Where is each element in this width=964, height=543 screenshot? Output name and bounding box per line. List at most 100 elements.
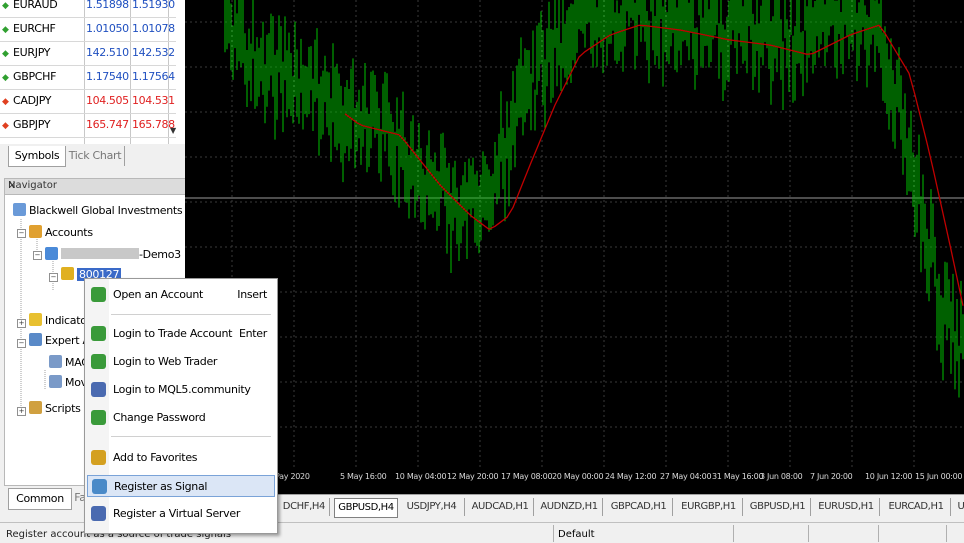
collapse-icon[interactable]: − xyxy=(33,251,42,260)
menu-item-login-to-web-trader[interactable]: Login to Web Trader xyxy=(87,351,275,373)
symbol-name: ◆ EURJPY xyxy=(2,46,84,59)
symbol-row[interactable]: ◆ EURJPY 142.510 142.532 xyxy=(0,41,176,66)
menu-item-login-to-trade-account[interactable]: Login to Trade Account Enter xyxy=(87,323,275,345)
tab-symbols[interactable]: Symbols xyxy=(8,146,66,167)
menu-item-add-to-favorites[interactable]: Add to Favorites xyxy=(87,447,275,469)
tree-accounts[interactable]: Accounts xyxy=(29,225,93,239)
tree-server[interactable]: -Demo3 xyxy=(45,247,181,261)
tree-scripts[interactable]: Scripts xyxy=(29,401,81,415)
symbol-name: ◆ GBPCHF xyxy=(2,70,84,83)
chart-tab[interactable]: USDJPY,H4 xyxy=(399,498,465,516)
up-arrow-icon: ◆ xyxy=(2,25,9,35)
status-separator xyxy=(946,525,947,542)
expand-icon[interactable]: + xyxy=(17,319,26,328)
login-icon xyxy=(91,326,106,341)
bid-price: 142.510 xyxy=(86,46,129,59)
tree-expert-item[interactable]: MAC xyxy=(49,355,89,369)
chart-tab[interactable]: AUDNZD,H1 xyxy=(536,498,603,516)
person-add-icon xyxy=(91,287,106,302)
chart-tab[interactable]: EURUSD,H1 xyxy=(813,498,880,516)
status-separator xyxy=(808,525,809,542)
profile-name: Default xyxy=(558,529,595,540)
time-axis-label: 17 May 08:00 xyxy=(501,472,553,481)
chart-tab[interactable]: AUDCAD,H1 xyxy=(467,498,534,516)
menu-item-change-password[interactable]: Change Password xyxy=(87,407,275,429)
chart-tab[interactable]: GBPCAD,H1 xyxy=(605,498,673,516)
tree-root[interactable]: Blackwell Global Investments Lt xyxy=(13,203,185,217)
globe-person-icon xyxy=(91,354,106,369)
symbol-label: EURJPY xyxy=(13,46,51,59)
ask-price: 104.531 xyxy=(132,94,175,107)
time-axis-label: 24 May 12:00 xyxy=(605,472,657,481)
signal-icon xyxy=(92,479,107,494)
ask-price: 165.788 xyxy=(132,118,175,131)
collapse-icon[interactable]: − xyxy=(17,229,26,238)
collapse-icon[interactable]: − xyxy=(17,339,26,348)
scroll-down-icon[interactable]: ▼ xyxy=(170,126,180,136)
tab-common[interactable]: Common xyxy=(8,488,72,510)
menu-item-label: Add to Favorites xyxy=(113,451,198,464)
menu-item-label: Register as Signal xyxy=(114,480,208,493)
tree-indicators[interactable]: Indicato xyxy=(29,313,87,327)
time-axis-label: 7 Jun 20:00 xyxy=(810,472,853,481)
expand-icon[interactable]: + xyxy=(17,407,26,416)
indicators-icon xyxy=(29,313,42,326)
server-icon xyxy=(45,247,58,260)
chart-canvas[interactable] xyxy=(185,0,964,494)
symbol-row[interactable]: ◆ EURCHF 1.01050 1.01078 xyxy=(0,17,176,42)
ask-price: 1.51930 xyxy=(132,0,175,11)
ask-price: 1.17564 xyxy=(132,70,175,83)
bid-price: 1.17540 xyxy=(86,70,129,83)
up-arrow-icon: ◆ xyxy=(2,49,9,59)
menu-item-register-a-virtual-server[interactable]: Register a Virtual Server xyxy=(87,503,275,525)
redacted-server-name xyxy=(61,248,139,259)
chart-tab[interactable]: GBPUSD,H1 xyxy=(745,498,811,516)
server-suffix: -Demo3 xyxy=(139,248,181,261)
menu-separator xyxy=(111,314,271,315)
scripts-icon xyxy=(29,401,42,414)
navigator-title-bar: Navigator × xyxy=(4,178,186,195)
chart-tab[interactable]: U xyxy=(955,498,964,516)
experts-icon xyxy=(29,333,42,346)
symbol-name: ◆ EURCHF xyxy=(2,22,84,35)
symbol-row[interactable]: ◆ GBPCHF 1.17540 1.17564 xyxy=(0,65,176,90)
chart-tab[interactable]: EURCAD,H1 xyxy=(882,498,951,516)
tree-expert-item[interactable]: Mov xyxy=(49,375,87,389)
menu-item-register-as-signal[interactable]: Register as Signal xyxy=(87,475,275,497)
menu-item-login-to-mql5-community[interactable]: Login to MQL5.community xyxy=(87,379,275,401)
broker-icon xyxy=(13,203,26,216)
bid-price: 1.51898 xyxy=(86,0,129,11)
symbol-row[interactable]: ◆ CADJPY 104.505 104.531 xyxy=(0,89,176,114)
menu-shortcut: Enter xyxy=(238,327,267,340)
chart-tab[interactable]: EURGBP,H1 xyxy=(675,498,743,516)
price-chart[interactable]: Pay 2020 5 May 16:00 10 May 04:00 12 May 20… xyxy=(185,0,964,494)
tab-tick-chart[interactable]: Tick Chart xyxy=(66,146,125,166)
symbol-label: GBPCHF xyxy=(13,70,57,83)
bid-price: 104.505 xyxy=(86,94,129,107)
menu-item-open-an-account[interactable]: Open an Account Insert xyxy=(87,284,275,306)
time-axis-label: 15 Jun 00:00 xyxy=(915,472,963,481)
menu-shortcut: Insert xyxy=(237,288,267,301)
ask-price: 142.532 xyxy=(132,46,175,59)
symbol-label: EURAUD xyxy=(13,0,58,11)
context-menu: Open an Account Insert Login to Trade Acco… xyxy=(84,278,278,534)
market-watch-tabs: Symbols Tick Chart xyxy=(0,144,185,174)
collapse-icon[interactable]: − xyxy=(49,273,58,282)
menu-item-label: Login to Web Trader xyxy=(113,355,218,368)
menu-separator xyxy=(111,436,271,437)
close-icon[interactable]: × xyxy=(8,180,182,191)
time-axis-label: 10 May 04:00 xyxy=(395,472,447,481)
tree-experts[interactable]: Expert A xyxy=(29,333,90,347)
chart-tab[interactable]: GBPUSD,H4 xyxy=(334,498,398,518)
key-person-icon xyxy=(91,410,106,425)
bid-price: 1.01050 xyxy=(86,22,129,35)
status-separator xyxy=(553,525,554,542)
time-axis-label: 3 Jun 08:00 xyxy=(760,472,803,481)
indicators-label: Indicato xyxy=(45,314,87,327)
star-icon xyxy=(91,450,106,465)
symbol-row[interactable]: ◆ EURAUD 1.51898 1.51930 xyxy=(0,0,176,18)
time-axis-label: 12 May 20:00 xyxy=(447,472,499,481)
symbol-row[interactable]: ◆ GBPJPY 165.747 165.788 xyxy=(0,113,176,138)
menu-item-label: Register a Virtual Server xyxy=(113,507,241,520)
chart-tabs-bar: DCHF,H4 GBPUSD,H4 USDJPY,H4 AUDCAD,H1 AUDNZD… xyxy=(185,494,964,521)
